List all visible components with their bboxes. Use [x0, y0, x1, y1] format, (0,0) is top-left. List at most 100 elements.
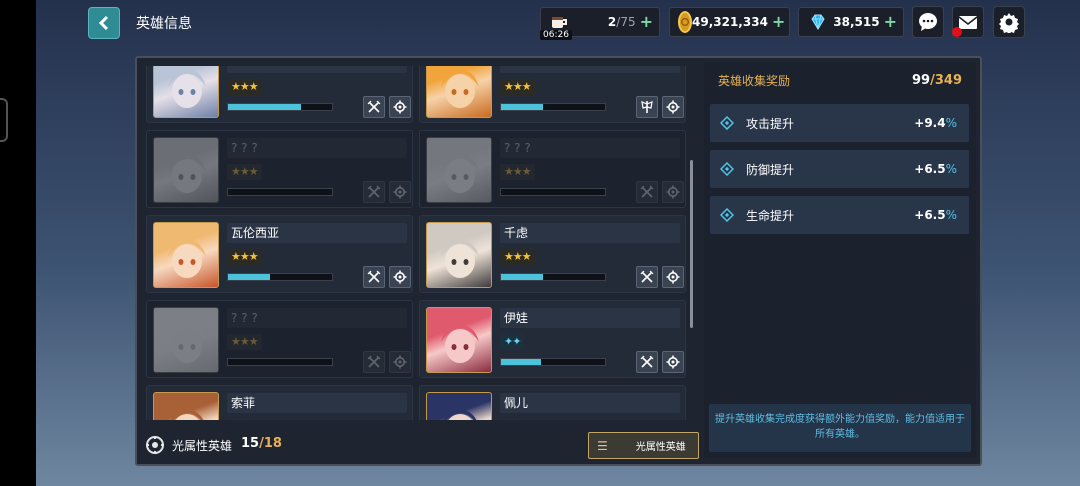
- gold-counter[interactable]: 49,321,334 +: [669, 7, 790, 37]
- gem-value: 38,515: [833, 15, 880, 29]
- hero-stars: ★★★: [500, 164, 535, 180]
- hero-stars: ★★★: [500, 79, 535, 95]
- hero-card[interactable]: 瓦伦西亚 ★★★: [146, 215, 413, 293]
- stat-unit: %: [945, 208, 957, 222]
- crossed-swords-icon[interactable]: [636, 351, 658, 373]
- crossed-swords-icon[interactable]: [363, 96, 385, 118]
- crossed-swords-icon[interactable]: [363, 266, 385, 288]
- crossed-swords-icon[interactable]: [636, 266, 658, 288]
- add-gold-button[interactable]: +: [772, 14, 785, 30]
- element-label: 光属性英雄: [172, 439, 233, 453]
- stat-label: 生命提升: [746, 208, 795, 223]
- settings-button[interactable]: [993, 6, 1025, 38]
- stat-label: 攻击提升: [746, 116, 795, 131]
- hero-list-scrollbar[interactable]: [690, 160, 693, 328]
- hero-name: 伊娃: [500, 308, 680, 328]
- hero-card[interactable]: ★★★: [146, 66, 413, 123]
- hero-portrait: [426, 222, 492, 288]
- collection-reward-header: 英雄收集奖励 99/349: [710, 67, 970, 93]
- hero-stars: ★★★: [227, 334, 262, 350]
- hero-settings-gear-icon[interactable]: [389, 351, 411, 373]
- hero-name: [500, 66, 680, 73]
- hero-progress-bar: [227, 273, 333, 281]
- hero-portrait: [426, 392, 492, 420]
- chat-button[interactable]: [912, 6, 944, 38]
- stat-unit: %: [945, 116, 957, 130]
- gold-value: 49,321,334: [692, 15, 768, 29]
- stat-value: +6.5%: [914, 208, 957, 222]
- hero-list[interactable]: ★★★ ★★★ ? ? ? ★★★ ? ? ? ★★★ 瓦伦西亚 ★★★ 千虑 ★★★ ? ? ? ★…: [146, 66, 694, 420]
- stat-number: +9.4: [914, 116, 946, 130]
- hero-card[interactable]: ? ? ? ★★★: [146, 130, 413, 208]
- hero-card[interactable]: 佩儿 ✦✦: [419, 385, 686, 420]
- collection-total: /349: [930, 72, 962, 88]
- hero-settings-gear-icon[interactable]: [389, 181, 411, 203]
- hero-name: ? ? ?: [227, 138, 407, 158]
- hero-stars: ★★★: [500, 249, 535, 265]
- crossed-swords-icon[interactable]: [636, 181, 658, 203]
- hero-portrait: [153, 222, 219, 288]
- hero-card[interactable]: ? ? ? ★★★: [419, 130, 686, 208]
- back-button[interactable]: [88, 7, 120, 39]
- notification-badge: [952, 27, 962, 37]
- hero-progress-bar: [500, 273, 606, 281]
- hero-progress-bar: [227, 103, 333, 111]
- gold-coin-icon: [678, 11, 692, 33]
- hero-settings-gear-icon[interactable]: [662, 96, 684, 118]
- hero-portrait: [153, 307, 219, 373]
- add-gems-button[interactable]: +: [884, 14, 897, 30]
- stat-value: +6.5%: [914, 162, 957, 176]
- collection-owned: 99: [912, 72, 931, 88]
- stat-unit: %: [945, 162, 957, 176]
- diamond-outline-icon: [720, 208, 734, 222]
- hero-card[interactable]: 千虑 ★★★: [419, 215, 686, 293]
- collection-reward-count: 99/349: [912, 73, 962, 88]
- crossed-swords-icon[interactable]: [363, 351, 385, 373]
- hero-portrait: [426, 307, 492, 373]
- hero-stars: ✦✦: [227, 419, 252, 420]
- stat-row-attack: 攻击提升 +9.4%: [710, 104, 969, 142]
- hero-card[interactable]: 索菲 ✦✦: [146, 385, 413, 420]
- diamond-icon: [807, 11, 829, 33]
- wing-staff-icon[interactable]: [636, 96, 658, 118]
- stat-value: +9.4%: [914, 116, 957, 130]
- hero-portrait: [426, 137, 492, 203]
- hero-card[interactable]: ? ? ? ★★★: [146, 300, 413, 378]
- hero-stars: ✦✦: [500, 334, 525, 350]
- stat-row-defense: 防御提升 +6.5%: [710, 150, 969, 188]
- hero-name: 索菲: [227, 393, 407, 413]
- hero-name: 瓦伦西亚: [227, 223, 407, 243]
- element-filter-dropdown[interactable]: ☰ 光属性英雄: [588, 432, 699, 459]
- hero-progress-bar: [500, 103, 606, 111]
- hero-settings-gear-icon[interactable]: [662, 266, 684, 288]
- hero-portrait: [426, 66, 492, 118]
- collection-reward-description: 提升英雄收集完成度获得额外能力值奖励，能力值适用于所有英雄。: [709, 404, 971, 452]
- hero-card[interactable]: ★★★: [419, 66, 686, 123]
- hero-portrait: [153, 392, 219, 420]
- hero-portrait: [153, 137, 219, 203]
- menu-lines-icon: ☰: [597, 438, 608, 453]
- hero-settings-gear-icon[interactable]: [662, 181, 684, 203]
- gem-counter[interactable]: 38,515 +: [798, 7, 904, 37]
- stat-row-health: 生命提升 +6.5%: [710, 196, 969, 234]
- gear-icon: [999, 13, 1019, 33]
- element-hero-owned: 15: [241, 436, 260, 451]
- page-title: 英雄信息: [136, 16, 192, 32]
- hero-settings-gear-icon[interactable]: [389, 266, 411, 288]
- hero-stars: ★★★: [227, 249, 262, 265]
- diamond-outline-icon: [720, 162, 734, 176]
- crossed-swords-icon[interactable]: [363, 181, 385, 203]
- element-hero-total: /18: [259, 436, 282, 451]
- hero-settings-gear-icon[interactable]: [662, 351, 684, 373]
- add-stamina-button[interactable]: +: [640, 14, 653, 30]
- device-bezel: [0, 0, 36, 486]
- hero-card[interactable]: 伊娃 ✦✦: [419, 300, 686, 378]
- collection-reward-title: 英雄收集奖励: [718, 73, 791, 88]
- light-element-icon: [146, 436, 164, 454]
- hero-name: 佩儿: [500, 393, 680, 413]
- hero-name: [227, 66, 407, 73]
- hero-settings-gear-icon[interactable]: [389, 96, 411, 118]
- hero-progress-bar: [227, 358, 333, 366]
- hero-name: ? ? ?: [500, 138, 680, 158]
- stat-label: 防御提升: [746, 162, 795, 177]
